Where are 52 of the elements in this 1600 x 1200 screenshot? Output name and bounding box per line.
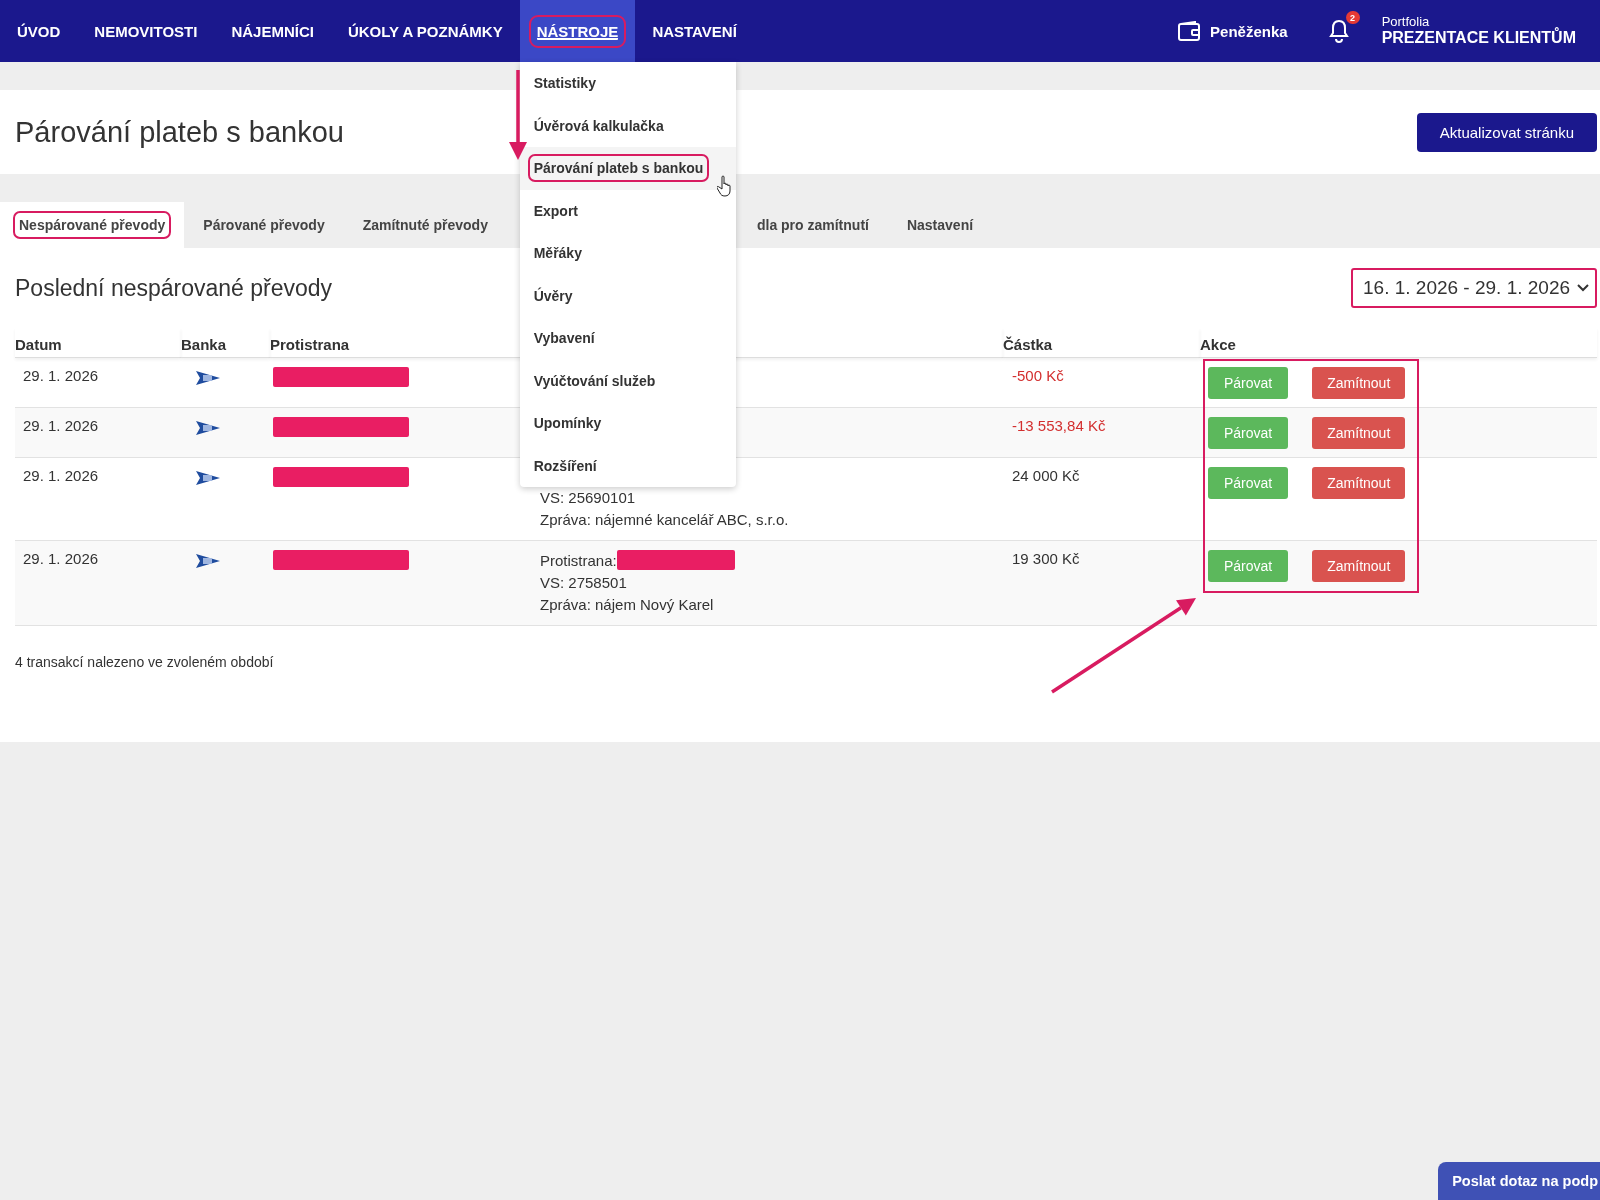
bell-icon[interactable] (1327, 19, 1350, 43)
nav-tab[interactable]: ÚKOLY A POZNÁMKY (330, 0, 520, 62)
portfolio-name[interactable]: PREZENTACE KLIENTŮM (1381, 29, 1576, 47)
menu-item[interactable]: Úvěrová kalkulačka (519, 104, 736, 147)
tab[interactable]: Nespárované převody (0, 202, 185, 248)
column-header: Banka (181, 328, 270, 358)
detail-text: Zpráva: nájem Nový Karel (540, 595, 714, 614)
amount-cell: -13 553,84 Kč (1003, 408, 1200, 458)
column-header: Datum (15, 328, 181, 358)
section-title: Poslední nespárované převody (15, 274, 333, 302)
detail-text: VS: 2758501 (540, 573, 627, 592)
amount-cell: 19 300 Kč (1003, 541, 1200, 626)
menu-item[interactable]: Rozšíření (519, 444, 736, 487)
detail-text: Protistrana: (540, 550, 617, 570)
chevron-down-icon (1577, 284, 1589, 292)
tab[interactable]: Párované převody (184, 202, 344, 248)
pennant-icon (195, 470, 221, 486)
tab[interactable]: Zamítnuté převody (343, 202, 507, 248)
refresh-button[interactable]: Aktualizovat stránku (1416, 112, 1597, 152)
menu-item[interactable]: Upomínky (519, 402, 736, 445)
nav-tab[interactable]: ÚVOD (0, 0, 78, 62)
menu-item[interactable]: Měřáky (519, 232, 736, 275)
page-title: Párování plateb s bankou (15, 115, 344, 149)
pennant-icon (195, 420, 221, 436)
portfolio-label: Portfolia (1381, 15, 1431, 30)
nav-tab[interactable]: NÁSTROJE (519, 0, 636, 62)
wallet-icon (1178, 21, 1201, 41)
reject-button[interactable]: Zamítnout (1312, 467, 1406, 499)
pennant-icon (195, 370, 221, 386)
menu-item[interactable]: Statistiky (519, 62, 736, 105)
detail-text: Zpráva: nájemné kancelář ABC, s.r.o. (540, 510, 789, 529)
pennant-icon (195, 553, 221, 569)
detail-text: VS: 25690101 (540, 488, 636, 507)
notification-badge: 2 (1345, 11, 1360, 24)
table-cell: 29. 1. 2026 (15, 541, 181, 626)
result-count: 4 transakcí nalezeno ve zvoleném období (15, 654, 275, 670)
reject-button[interactable]: Zamítnout (1312, 550, 1406, 582)
support-button[interactable]: Poslat dotaz na podp (1438, 1162, 1600, 1200)
reject-button[interactable]: Zamítnout (1312, 417, 1406, 449)
wallet-link[interactable]: Peněženka (1172, 20, 1294, 42)
menu-item[interactable]: Export (519, 189, 736, 232)
date-range-select[interactable]: 16. 1. 2026 - 29. 1. 2026 (1351, 268, 1597, 308)
column-header: Částka (1003, 328, 1200, 358)
table-cell: 29. 1. 2026 (15, 408, 181, 458)
menu-item[interactable]: Vyúčtování služeb (519, 359, 736, 402)
menu-item[interactable]: Úvěry (519, 274, 736, 317)
nav-tab[interactable]: NÁJEMNÍCI (214, 0, 331, 62)
tab[interactable]: Nastavení (887, 202, 993, 248)
column-header: Akce (1200, 328, 1597, 358)
nav-tab[interactable]: NEMOVITOSTI (77, 0, 215, 62)
nav-tab[interactable]: NASTAVENÍ (635, 0, 754, 62)
reject-button[interactable]: Zamítnout (1312, 367, 1406, 399)
